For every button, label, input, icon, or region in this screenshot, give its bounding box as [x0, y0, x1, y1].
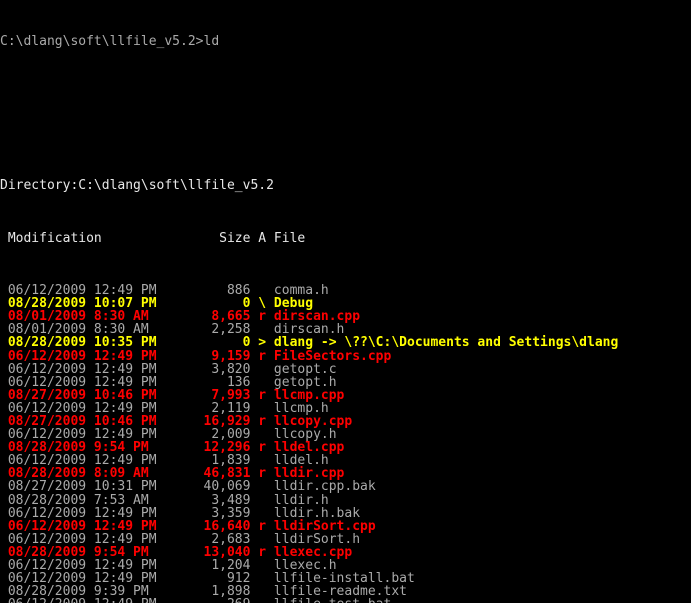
spacer-line-1 [0, 88, 691, 101]
file-row[interactable]: 06/12/2009 12:49 PM 2,683 lldirSort.h [0, 533, 691, 546]
column-header-row: Modification Size A File [0, 230, 306, 246]
file-row[interactable]: 08/28/2009 10:35 PM 0 > dlang -> \??\C:\… [0, 336, 691, 349]
file-list: 06/12/2009 12:49 PM 886 comma.h 08/28/20… [0, 284, 691, 603]
file-row[interactable]: 06/12/2009 12:49 PM 9,159 r FileSectors.… [0, 349, 691, 362]
file-row[interactable]: 06/12/2009 12:49 PM 16,640 r lldirSort.c… [0, 520, 691, 533]
file-row[interactable]: 08/27/2009 10:31 PM 40,069 lldir.cpp.bak [0, 480, 691, 493]
terminal-screen: C:\dlang\soft\llfile_v5.2>ld Directory:C… [0, 0, 691, 603]
prompt-line: C:\dlang\soft\llfile_v5.2>ld [0, 34, 220, 50]
directory-path-line: Directory:C:\dlang\soft\llfile_v5.2 [0, 178, 274, 194]
spacer-line-2 [0, 127, 691, 140]
file-row[interactable]: 08/27/2009 10:46 PM 7,993 r llcmp.cpp [0, 389, 691, 402]
file-row[interactable]: 06/12/2009 12:49 PM 3,359 lldir.h.bak [0, 507, 691, 520]
file-row[interactable]: 06/12/2009 12:49 PM 136 getopt.h [0, 376, 691, 389]
file-row[interactable]: 06/12/2009 12:49 PM 269 llfile-test.bat [0, 598, 691, 603]
file-row[interactable]: 06/12/2009 12:49 PM 3,820 getopt.c [0, 363, 691, 376]
file-row[interactable]: 08/28/2009 7:53 AM 3,489 lldir.h [0, 493, 691, 506]
terminal-window[interactable]: C:\dlang\soft\llfile_v5.2>ld Directory:C… [0, 0, 691, 603]
